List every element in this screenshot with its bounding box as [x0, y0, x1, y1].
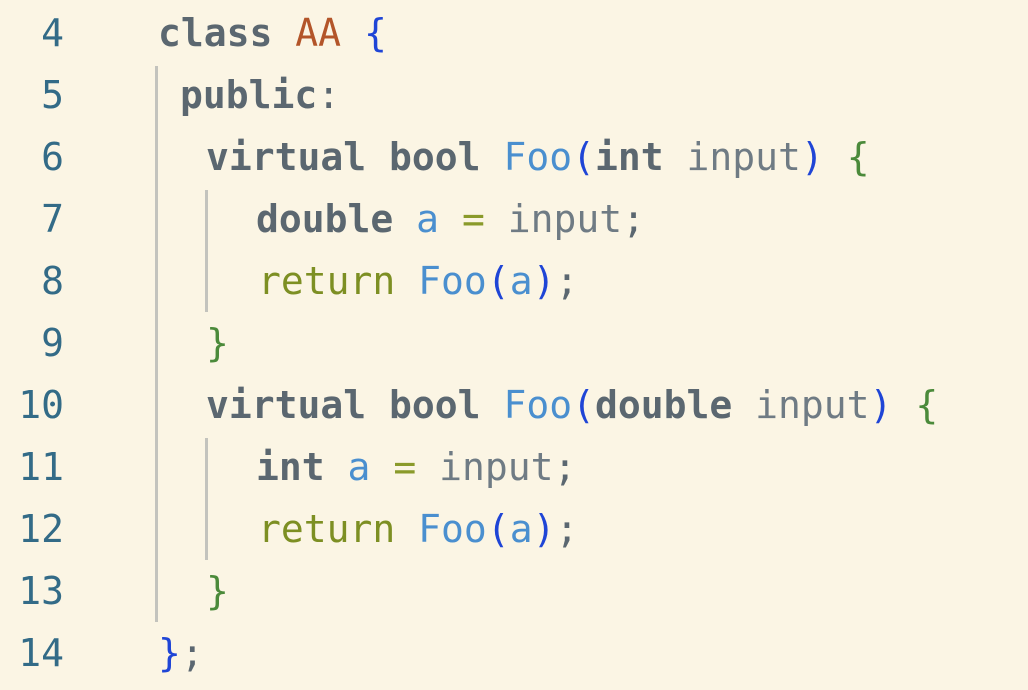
- code-token: return: [258, 259, 396, 303]
- code-text[interactable]: int a = input;: [256, 436, 576, 498]
- code-line[interactable]: 4 class AA {: [0, 2, 1028, 64]
- code-text[interactable]: return Foo(a);: [258, 498, 578, 560]
- code-token: Foo: [503, 383, 573, 427]
- code-token: bool: [389, 135, 481, 179]
- code-text[interactable]: }: [206, 312, 229, 374]
- code-token: }: [206, 569, 229, 613]
- code-token: (: [486, 259, 510, 303]
- line-number: 14: [18, 631, 64, 675]
- code-token: ;: [555, 507, 579, 551]
- code-token: }: [206, 321, 229, 365]
- code-token: double: [594, 383, 733, 427]
- code-token: int: [594, 135, 664, 179]
- code-token: =: [461, 197, 485, 241]
- line-number: 7: [41, 197, 64, 241]
- code-token: {: [363, 11, 387, 55]
- code-token: input: [755, 383, 870, 427]
- code-token: :: [317, 73, 341, 117]
- code-token: Foo: [503, 135, 573, 179]
- code-text[interactable]: };: [158, 622, 204, 684]
- line-number: 10: [18, 383, 64, 427]
- code-token: }: [158, 631, 181, 675]
- line-number: 13: [18, 569, 64, 613]
- code-token: (: [572, 135, 595, 179]
- code-token: public: [180, 73, 318, 117]
- code-text[interactable]: class AA {: [158, 2, 387, 64]
- code-token: input: [439, 445, 554, 489]
- indent-guide: [205, 190, 208, 312]
- code-token: a: [347, 445, 371, 489]
- code-token: virtual: [206, 135, 367, 179]
- code-token: Foo: [418, 259, 487, 303]
- code-token: ;: [553, 445, 577, 489]
- line-number: 4: [41, 11, 64, 55]
- line-number: 5: [41, 73, 64, 117]
- line-number: 9: [41, 321, 64, 365]
- code-token: virtual: [206, 383, 367, 427]
- code-token: ;: [555, 259, 579, 303]
- code-text[interactable]: }: [206, 560, 229, 622]
- code-text[interactable]: double a = input;: [256, 188, 645, 250]
- line-number: 8: [41, 259, 64, 303]
- code-text[interactable]: virtual bool Foo(int input) {: [206, 126, 870, 188]
- code-text[interactable]: virtual bool Foo(double input) {: [206, 374, 938, 436]
- code-token: =: [393, 445, 417, 489]
- line-number: 6: [41, 135, 64, 179]
- code-token: {: [846, 135, 870, 179]
- code-token: ): [532, 507, 556, 551]
- indent-guide: [205, 438, 208, 560]
- indent-guide: [155, 66, 158, 622]
- code-token: Foo: [418, 507, 487, 551]
- code-token: a: [509, 507, 533, 551]
- code-token: ): [532, 259, 556, 303]
- code-line[interactable]: 14};: [0, 622, 1028, 684]
- code-text[interactable]: public:: [180, 64, 340, 126]
- code-token: AA: [295, 11, 342, 55]
- code-token: input: [507, 197, 623, 241]
- code-token: bool: [389, 383, 481, 427]
- code-editor[interactable]: 4 class AA {5 public: 6 virtual bool Foo(int…: [0, 0, 1028, 690]
- code-token: ): [869, 383, 893, 427]
- code-token: return: [258, 507, 396, 551]
- line-number: 11: [18, 445, 64, 489]
- code-text[interactable]: return Foo(a);: [258, 250, 578, 312]
- code-token: ): [800, 135, 824, 179]
- code-token: int: [256, 445, 325, 489]
- line-number: 12: [18, 507, 64, 551]
- code-token: a: [416, 197, 440, 241]
- code-token: ;: [180, 631, 204, 675]
- code-token: (: [486, 507, 510, 551]
- code-token: {: [915, 383, 939, 427]
- code-token: class: [158, 11, 273, 55]
- code-token: (: [572, 383, 595, 427]
- code-token: a: [509, 259, 533, 303]
- code-token: ;: [622, 197, 646, 241]
- code-token: input: [686, 135, 801, 179]
- code-token: double: [256, 197, 394, 241]
